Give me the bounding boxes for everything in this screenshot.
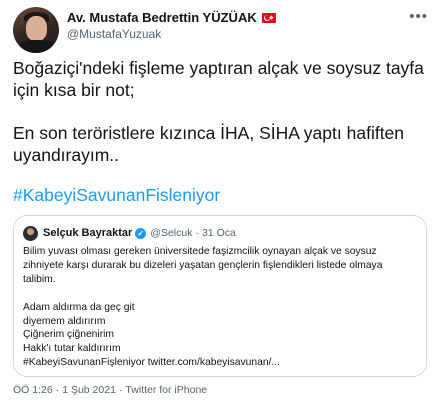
- quoted-line-gap: [23, 287, 415, 301]
- quoted-author-name: Selçuk Bayraktar: [43, 227, 133, 239]
- avatar-face: [26, 16, 47, 41]
- author-handle[interactable]: @MustafaYuzuak: [67, 27, 276, 41]
- hashtag-link[interactable]: #KabeyiSavunanFisleniyor: [13, 184, 220, 206]
- tweet-line-2: için kısa bir not;: [13, 80, 135, 100]
- tweet-header: Av. Mustafa Bedrettin YÜZÜAK @MustafaYuz…: [13, 7, 276, 53]
- verified-badge-icon: ✓: [135, 227, 147, 239]
- tweet-paragraph-2: En son teröristlere kızınca İHA, SİHA ya…: [13, 122, 431, 166]
- more-options-icon[interactable]: •••: [409, 9, 428, 24]
- tweet-line-4: uyandırayım..: [13, 145, 120, 165]
- quoted-line: Çiğnerim çiğnenirim: [23, 329, 114, 341]
- tweet-text: Boğaziçi'ndeki fişleme yaptıran alçak ve…: [13, 57, 431, 166]
- quoted-line: Bilim yuvası olması gereken üniversitede…: [23, 246, 377, 257]
- quoted-line: zihniyete karşı durarak bu dizeleri yaşa…: [23, 259, 383, 271]
- tweet-line-3: En son teröristlere kızınca İHA, SİHA ya…: [13, 123, 405, 143]
- quoted-date: 31 Oca: [201, 227, 236, 239]
- avatar-suit: [17, 40, 55, 53]
- author-name-row: Av. Mustafa Bedrettin YÜZÜAK: [67, 9, 276, 26]
- author-display-name[interactable]: Av. Mustafa Bedrettin YÜZÜAK: [67, 10, 257, 25]
- tweet-source[interactable]: Twitter for iPhone: [125, 384, 207, 396]
- quoted-line: talibim.: [23, 273, 56, 285]
- quoted-author-handle: @Selcuk: [150, 227, 193, 239]
- author-names: Av. Mustafa Bedrettin YÜZÜAK @MustafaYuz…: [67, 9, 276, 41]
- turkey-flag-icon: [261, 12, 276, 23]
- quoted-line: Hakk'ı tutar kaldırırım: [23, 343, 121, 355]
- tweet-paragraph-1: Boğaziçi'ndeki fişleme yaptıran alçak ve…: [13, 57, 431, 101]
- footer-separator: ·: [55, 384, 60, 396]
- quoted-tweet[interactable]: Selçuk Bayraktar ✓ @Selcuk · 31 Oca Bili…: [13, 215, 427, 377]
- flag-star: [269, 15, 274, 20]
- tweet-date[interactable]: 1 Şub 2021: [62, 384, 116, 396]
- quoted-separator: ·: [195, 227, 199, 239]
- quoted-line-link[interactable]: #KabeyiSavunanFişleniyor twitter.com/kab…: [23, 356, 415, 370]
- quoted-line: Adam aldırma da geç git: [23, 301, 135, 313]
- tweet-time[interactable]: ÖÖ 1:26: [13, 384, 53, 396]
- tweet-footer: ÖÖ 1:26 · 1 Şub 2021 · Twitter for iPhon…: [13, 384, 207, 396]
- quoted-tweet-header: Selçuk Bayraktar ✓ @Selcuk · 31 Oca: [23, 225, 236, 241]
- author-avatar[interactable]: [13, 7, 59, 53]
- footer-separator: ·: [118, 384, 123, 396]
- quoted-line: diyemem aldırırım: [23, 315, 106, 327]
- quoted-tweet-body: Bilim yuvası olması gereken üniversitede…: [23, 245, 415, 370]
- quoted-author-avatar: [23, 225, 38, 241]
- tweet-line-1: Boğaziçi'ndeki fişleme yaptıran alçak ve…: [13, 58, 424, 78]
